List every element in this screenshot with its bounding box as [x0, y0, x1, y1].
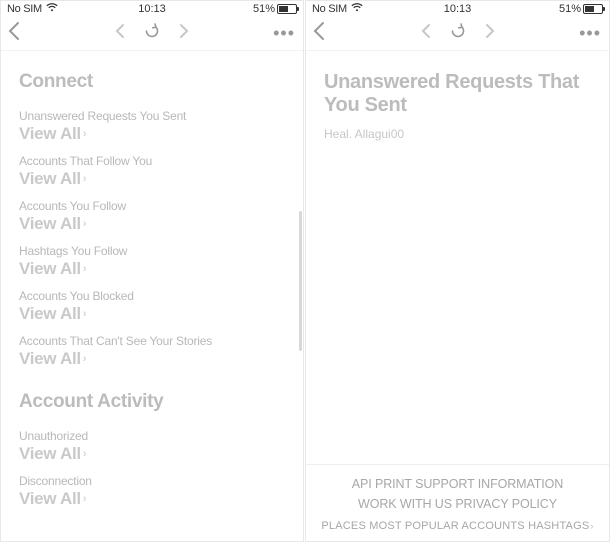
view-all-link[interactable]: View All› — [19, 169, 86, 189]
nav-back-button[interactable] — [115, 23, 125, 44]
battery-pct-label: 51% — [559, 3, 581, 15]
right-screen: No SIM 10:13 51% ••• Unanswered — [305, 0, 610, 542]
row-unauthorized[interactable]: Unauthorized View All› — [19, 429, 285, 464]
nav-forward-button[interactable] — [179, 23, 189, 44]
row-label: Accounts You Blocked — [19, 289, 285, 303]
page-title: Unanswered Requests That You Sent — [324, 71, 591, 117]
row-label: Accounts That Follow You — [19, 154, 285, 168]
scrollbar-thumb[interactable] — [299, 211, 302, 351]
chevron-right-icon: › — [83, 308, 86, 320]
row-followers[interactable]: Accounts That Follow You View All› — [19, 154, 285, 189]
battery-pct-label: 51% — [253, 3, 275, 15]
view-all-link[interactable]: View All› — [19, 349, 86, 369]
left-screen: No SIM 10:13 51% ••• Connect — [0, 0, 304, 542]
wifi-icon — [351, 3, 363, 15]
browser-nav: ••• — [1, 17, 303, 51]
nav-back-button[interactable] — [421, 23, 431, 44]
footer-line[interactable]: PLACES MOST POPULAR ACCOUNTS HASHTAGS› — [314, 518, 601, 535]
battery-indicator: 51% — [559, 3, 603, 15]
footer-links: API PRINT SUPPORT INFORMATION WORK WITH … — [306, 464, 609, 541]
system-back-button[interactable] — [312, 21, 336, 47]
more-menu-button[interactable]: ••• — [273, 23, 295, 44]
chevron-right-icon: › — [83, 353, 86, 365]
battery-icon — [583, 4, 603, 14]
footer-line[interactable]: API PRINT SUPPORT INFORMATION — [314, 475, 601, 494]
wifi-icon — [46, 3, 58, 15]
row-hashtags[interactable]: Hashtags You Follow View All› — [19, 244, 285, 279]
chevron-right-icon: › — [83, 263, 86, 275]
clock-label: 10:13 — [138, 3, 166, 15]
view-all-link[interactable]: View All› — [19, 304, 86, 324]
view-all-link[interactable]: View All› — [19, 444, 86, 464]
chevron-right-icon: › — [83, 173, 86, 185]
more-menu-button[interactable]: ••• — [579, 23, 601, 44]
reload-button[interactable] — [449, 22, 467, 45]
row-label: Hashtags You Follow — [19, 244, 285, 258]
left-content: Connect Unanswered Requests You Sent Vie… — [1, 51, 303, 543]
view-all-link[interactable]: View All› — [19, 489, 86, 509]
row-following[interactable]: Accounts You Follow View All› — [19, 199, 285, 234]
row-blocked[interactable]: Accounts You Blocked View All› — [19, 289, 285, 324]
clock-label: 10:13 — [444, 3, 472, 15]
chevron-right-icon: › — [83, 128, 86, 140]
reload-button[interactable] — [143, 22, 161, 45]
row-label: Accounts You Follow — [19, 199, 285, 213]
battery-indicator: 51% — [253, 3, 297, 15]
view-all-link[interactable]: View All› — [19, 214, 86, 234]
view-all-link[interactable]: View All› — [19, 124, 86, 144]
footer-line[interactable]: WORK WITH US PRIVACY POLICY — [314, 495, 601, 514]
section-connect-title: Connect — [19, 71, 285, 93]
system-back-button[interactable] — [7, 21, 31, 47]
row-label: Disconnection — [19, 474, 285, 488]
carrier-label: No SIM — [7, 3, 42, 15]
username-item[interactable]: Heal. Allagui00 — [324, 127, 591, 141]
chevron-right-icon: › — [83, 448, 86, 460]
browser-nav: ••• — [306, 17, 609, 51]
row-label: Unanswered Requests You Sent — [19, 109, 285, 123]
view-all-link[interactable]: View All› — [19, 259, 86, 279]
row-label: Accounts That Can't See Your Stories — [19, 334, 285, 348]
status-bar: No SIM 10:13 51% — [306, 1, 609, 17]
chevron-right-icon: › — [83, 493, 86, 505]
section-activity-title: Account Activity — [19, 391, 285, 413]
carrier-label: No SIM — [312, 3, 347, 15]
row-unanswered-requests[interactable]: Unanswered Requests You Sent View All› — [19, 109, 285, 144]
chevron-right-icon: › — [590, 521, 593, 531]
row-label: Unauthorized — [19, 429, 285, 443]
nav-forward-button[interactable] — [485, 23, 495, 44]
row-disconnection[interactable]: Disconnection View All› — [19, 474, 285, 509]
chevron-right-icon: › — [83, 218, 86, 230]
status-bar: No SIM 10:13 51% — [1, 1, 303, 17]
row-story-hidden[interactable]: Accounts That Can't See Your Stories Vie… — [19, 334, 285, 369]
battery-icon — [277, 4, 297, 14]
